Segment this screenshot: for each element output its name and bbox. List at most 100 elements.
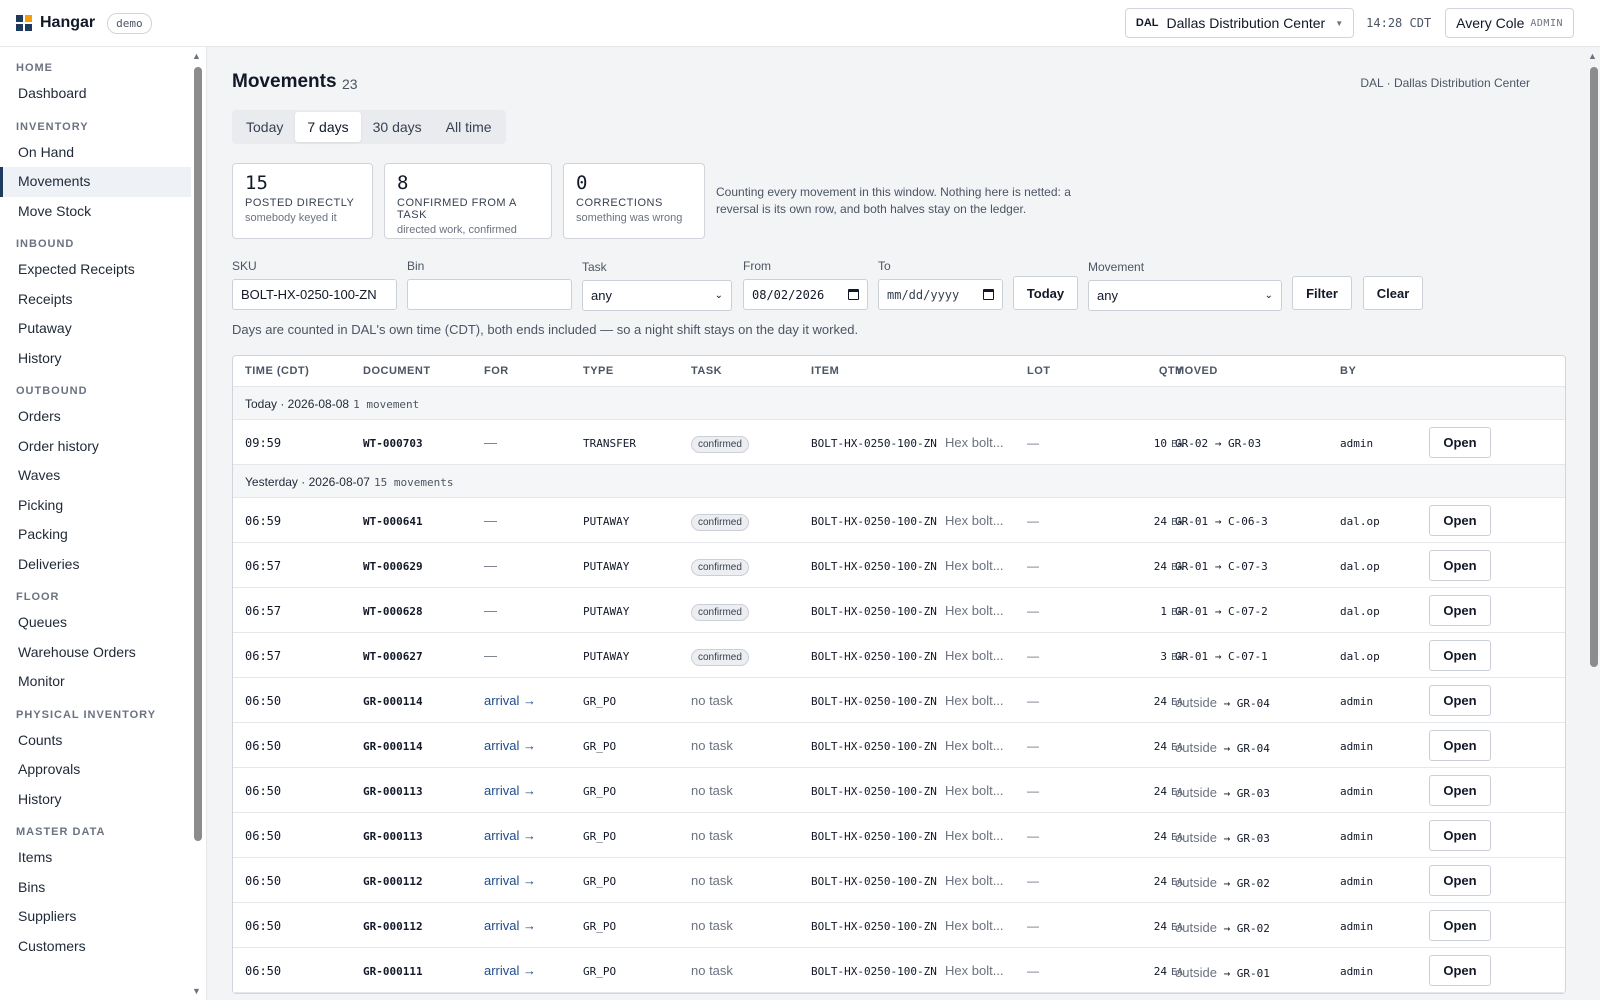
tab-7-days[interactable]: 7 days xyxy=(295,112,361,142)
sidebar-item-queues[interactable]: Queues xyxy=(0,608,191,638)
document-cell[interactable]: GR-000112 xyxy=(363,875,423,888)
sidebar-item-counts[interactable]: Counts xyxy=(0,726,191,756)
col-lot[interactable]: LOT xyxy=(1027,365,1051,377)
movement-select[interactable]: any ⌄ xyxy=(1088,280,1282,311)
clear-button[interactable]: Clear xyxy=(1363,276,1423,310)
sidebar-item-dashboard[interactable]: Dashboard xyxy=(0,79,191,109)
scroll-down-icon[interactable]: ▼ xyxy=(192,986,201,996)
sidebar-item-picking[interactable]: Picking xyxy=(0,491,191,521)
brand[interactable]: Hangar demo xyxy=(16,12,152,34)
document-cell[interactable]: WT-000629 xyxy=(363,560,423,573)
sku-input[interactable]: BOLT-HX-0250-100-ZN xyxy=(232,279,397,310)
table-row: 06:59 WT-000641 — PUTAWAY confirmed BOLT-HX-0… xyxy=(233,498,1565,543)
sidebar-item-suppliers[interactable]: Suppliers xyxy=(0,902,191,932)
bin-input[interactable] xyxy=(407,279,572,310)
open-button[interactable]: Open xyxy=(1429,730,1491,761)
task-select[interactable]: any ⌄ xyxy=(582,280,732,311)
for-cell[interactable]: arrival → xyxy=(484,783,536,798)
qty-value: 1 xyxy=(1160,605,1167,618)
document-cell[interactable]: WT-000628 xyxy=(363,605,423,618)
table-row: 06:50 GR-000112 arrival → GR_PO no task BOLT-… xyxy=(233,858,1565,903)
sidebar-item-customers[interactable]: Customers xyxy=(0,932,191,962)
sidebar-item-move-stock[interactable]: Move Stock xyxy=(0,197,191,227)
col-moved[interactable]: MOVED xyxy=(1175,365,1218,377)
sidebar-item-receipts[interactable]: Receipts xyxy=(0,285,191,315)
col-time[interactable]: TIME (CDT) xyxy=(245,365,309,377)
sidebar-item-waves[interactable]: Waves xyxy=(0,461,191,491)
open-button[interactable]: Open xyxy=(1429,910,1491,941)
sidebar-item-packing[interactable]: Packing xyxy=(0,520,191,550)
today-button[interactable]: Today xyxy=(1013,276,1078,310)
open-button[interactable]: Open xyxy=(1429,505,1491,536)
open-button[interactable]: Open xyxy=(1429,865,1491,896)
for-cell[interactable]: arrival → xyxy=(484,738,536,753)
user-menu-button[interactable]: Avery Cole ADMIN xyxy=(1445,8,1574,38)
tab-all-time[interactable]: All time xyxy=(434,112,504,142)
col-by[interactable]: BY xyxy=(1340,365,1356,377)
task-cell: confirmed xyxy=(691,514,749,531)
col-task[interactable]: TASK xyxy=(691,365,722,377)
sidebar-item-bins[interactable]: Bins xyxy=(0,873,191,903)
calendar-icon[interactable] xyxy=(848,289,859,300)
col-item[interactable]: ITEM xyxy=(811,365,839,377)
by-cell: admin xyxy=(1340,830,1374,843)
for-cell[interactable]: arrival → xyxy=(484,693,536,708)
sidebar-item-order-history[interactable]: Order history xyxy=(0,432,191,462)
document-cell[interactable]: WT-000703 xyxy=(363,437,423,450)
calendar-icon[interactable] xyxy=(983,289,994,300)
tab-30-days[interactable]: 30 days xyxy=(361,112,434,142)
open-button[interactable]: Open xyxy=(1429,595,1491,626)
col-document[interactable]: DOCUMENT xyxy=(363,365,431,377)
sidebar-item-history[interactable]: History xyxy=(0,344,191,374)
document-cell[interactable]: GR-000111 xyxy=(363,965,423,978)
open-button[interactable]: Open xyxy=(1429,640,1491,671)
site-selector[interactable]: DAL Dallas Distribution Center ▼ xyxy=(1124,8,1355,38)
col-for[interactable]: FOR xyxy=(484,365,509,377)
sidebar-item-approvals[interactable]: Approvals xyxy=(0,755,191,785)
sidebar-item-items[interactable]: Items xyxy=(0,843,191,873)
stat-value: 8 xyxy=(397,172,409,194)
sidebar-item-history[interactable]: History xyxy=(0,785,191,815)
for-cell[interactable]: arrival → xyxy=(484,873,536,888)
document-cell[interactable]: GR-000114 xyxy=(363,740,423,753)
sidebar-item-expected-receipts[interactable]: Expected Receipts xyxy=(0,255,191,285)
document-cell[interactable]: WT-000641 xyxy=(363,515,423,528)
filter-button[interactable]: Filter xyxy=(1292,276,1352,310)
sidebar-item-warehouse-orders[interactable]: Warehouse Orders xyxy=(0,638,191,668)
sidebar-item-putaway[interactable]: Putaway xyxy=(0,314,191,344)
main-scrollbar[interactable]: ▲ xyxy=(1588,51,1598,996)
sku-label: SKU xyxy=(232,259,257,273)
task-cell: confirmed xyxy=(691,649,749,666)
open-button[interactable]: Open xyxy=(1429,775,1491,806)
stat-sub: directed work, confirmed xyxy=(397,224,517,236)
document-cell[interactable]: GR-000113 xyxy=(363,830,423,843)
main-scroll-thumb[interactable] xyxy=(1590,67,1598,667)
to-date-input[interactable]: mm/dd/yyyy xyxy=(878,279,1003,310)
open-button[interactable]: Open xyxy=(1429,820,1491,851)
sidebar-item-movements[interactable]: Movements xyxy=(0,167,191,197)
sidebar-item-on-hand[interactable]: On Hand xyxy=(0,138,191,168)
scroll-up-icon[interactable]: ▲ xyxy=(192,51,201,61)
type-cell: PUTAWAY xyxy=(583,650,630,663)
open-button[interactable]: Open xyxy=(1429,685,1491,716)
for-cell[interactable]: arrival → xyxy=(484,828,536,843)
col-type[interactable]: TYPE xyxy=(583,365,614,377)
from-date-input[interactable]: 08/02/2026 xyxy=(743,279,868,310)
sidebar-scroll-thumb[interactable] xyxy=(194,67,202,841)
tab-today[interactable]: Today xyxy=(234,112,295,142)
document-cell[interactable]: GR-000112 xyxy=(363,920,423,933)
for-cell[interactable]: arrival → xyxy=(484,963,536,978)
open-button[interactable]: Open xyxy=(1429,427,1491,458)
scroll-up-icon[interactable]: ▲ xyxy=(1588,51,1597,61)
open-button[interactable]: Open xyxy=(1429,955,1491,986)
document-cell[interactable]: WT-000627 xyxy=(363,650,423,663)
sidebar-item-monitor[interactable]: Monitor xyxy=(0,667,191,697)
document-cell[interactable]: GR-000113 xyxy=(363,785,423,798)
document-cell[interactable]: GR-000114 xyxy=(363,695,423,708)
moved-cell: outside → GR-01 xyxy=(1175,965,1270,980)
sidebar-item-deliveries[interactable]: Deliveries xyxy=(0,550,191,580)
sidebar-scrollbar[interactable]: ▲ ▼ xyxy=(192,51,202,996)
sidebar-item-orders[interactable]: Orders xyxy=(0,402,191,432)
open-button[interactable]: Open xyxy=(1429,550,1491,581)
for-cell[interactable]: arrival → xyxy=(484,918,536,933)
